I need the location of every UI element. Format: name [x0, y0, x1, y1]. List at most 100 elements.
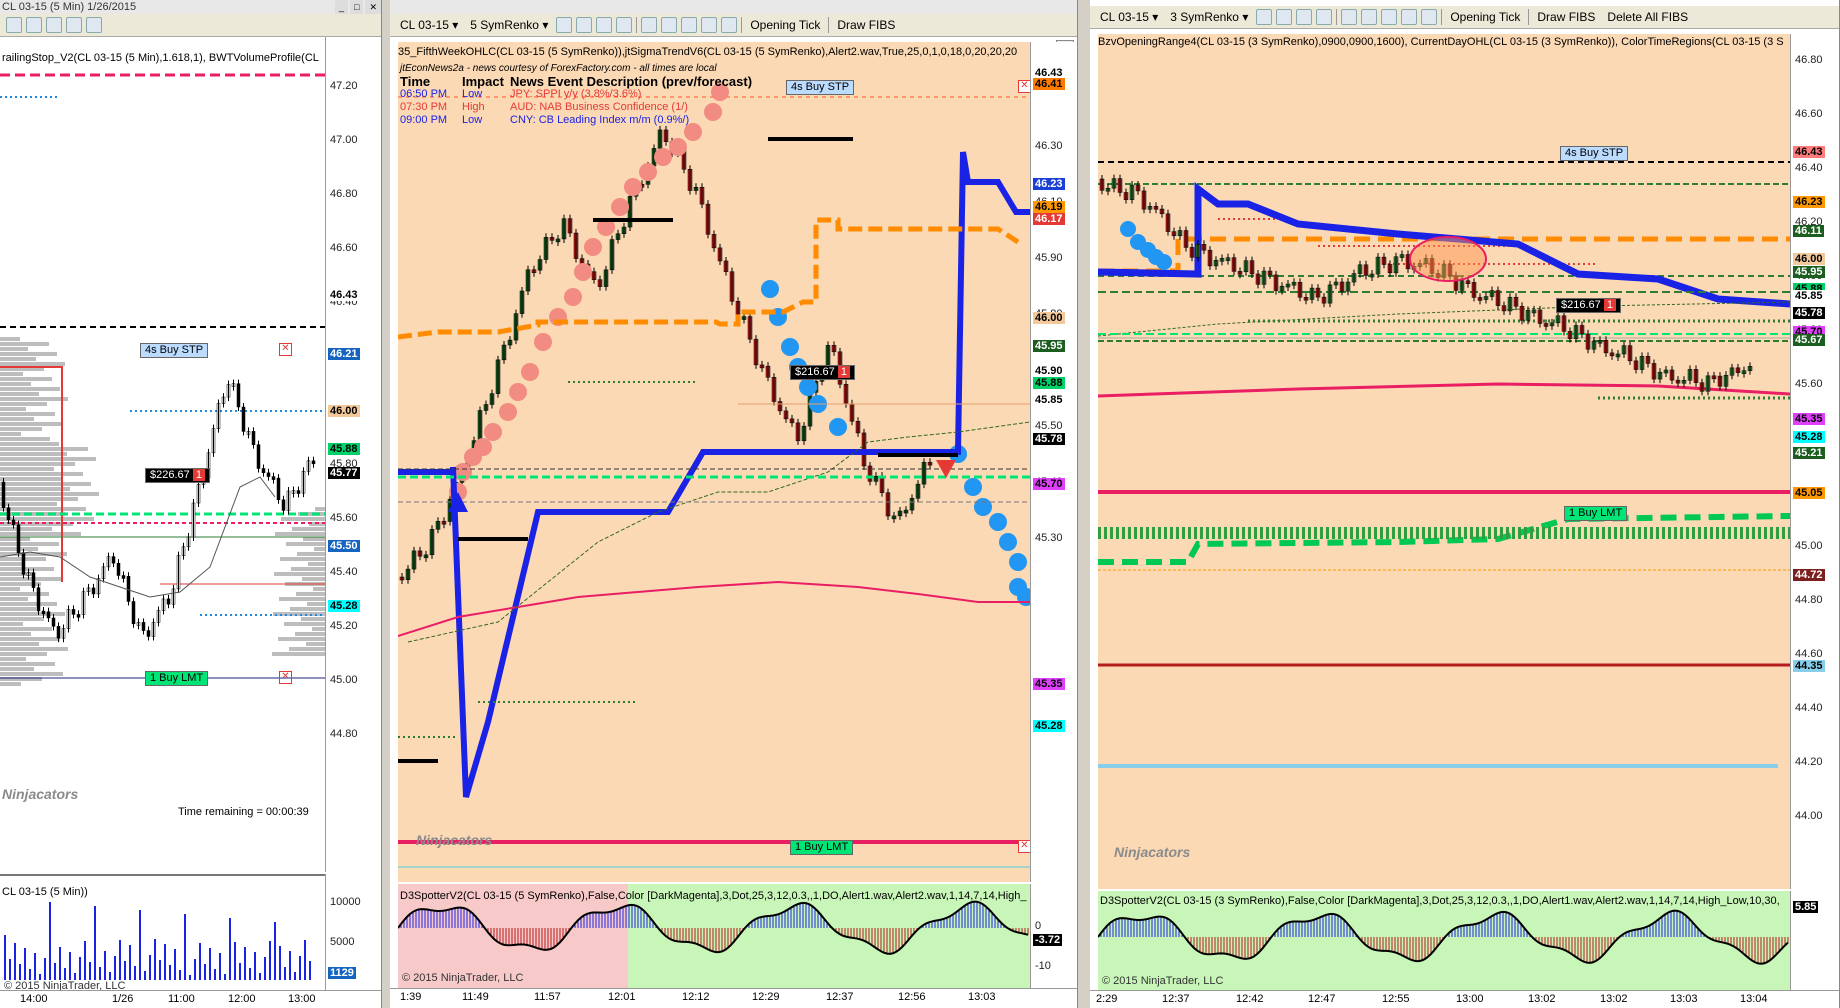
pnl-qty: 1 [1603, 299, 1616, 311]
properties-icon[interactable] [86, 17, 102, 33]
draw-fibs-button[interactable]: Draw FIBS [1533, 8, 1599, 26]
blue-dot [1156, 254, 1172, 270]
red-dot [521, 363, 539, 381]
profile-bar [0, 592, 49, 596]
price-tick: 47.00 [330, 134, 358, 146]
close-button[interactable]: ✕ [365, 0, 381, 14]
buy-lmt-label[interactable]: 1 Buy LMT [1564, 506, 1628, 521]
time-label: 11:49 [462, 991, 489, 1003]
grid-icon[interactable] [1361, 9, 1378, 25]
opening-tick-button[interactable]: Opening Tick [746, 16, 824, 34]
pnl-label: $216.67 1 [790, 365, 855, 380]
period-label: 5 SymRenko [470, 18, 539, 32]
pencil-icon[interactable] [576, 17, 593, 33]
pointer-icon[interactable] [6, 17, 22, 33]
close-order-icon-2[interactable]: ✕ [279, 671, 292, 684]
buy-stp-label[interactable]: 4s Buy STP [140, 343, 209, 358]
bar-type-icon[interactable] [1256, 9, 1273, 25]
profile-bar [0, 467, 54, 471]
layout-icon[interactable] [641, 17, 658, 33]
pencil-icon[interactable] [1276, 9, 1293, 25]
volume-bar [209, 948, 211, 980]
close-order-icon[interactable]: ✕ [279, 343, 292, 356]
volume-bar [304, 940, 306, 980]
price-tag: 46.00 [1793, 253, 1825, 265]
draw-fibs-button[interactable]: Draw FIBS [833, 16, 899, 34]
volume-bar [169, 965, 171, 980]
properties-icon[interactable] [721, 17, 738, 33]
minimize-button[interactable]: _ [335, 0, 349, 14]
profile-bar [0, 382, 31, 386]
pointer-icon[interactable] [596, 17, 613, 33]
mid-osc-axis: 0 -3.72 -10 [1030, 884, 1077, 988]
buy-stp-label[interactable]: 4s Buy STP [1560, 146, 1629, 161]
profile-bar [0, 497, 78, 501]
volume-bar [34, 953, 36, 980]
time-label: 12:47 [1308, 993, 1336, 1005]
chart-icon[interactable] [1381, 9, 1398, 25]
volume-bar [199, 943, 201, 980]
period-select[interactable]: 3 SymRenko ▾ [1166, 8, 1252, 26]
layout-icon[interactable] [1341, 9, 1358, 25]
scroll-icon[interactable] [1401, 9, 1418, 25]
price-tick: 46.30 [1035, 140, 1063, 152]
window-title [390, 0, 1077, 14]
buy-lmt-label[interactable]: 1 Buy LMT [145, 671, 209, 686]
instrument-select[interactable]: CL 03-15 ▾ [1096, 8, 1162, 26]
price-tick: 46.80 [1795, 54, 1823, 66]
red-dot [534, 333, 552, 351]
buy-stp-label[interactable]: 4s Buy STP [786, 80, 855, 95]
scroll-icon[interactable] [701, 17, 718, 33]
profile-bar [0, 647, 68, 651]
grid-icon[interactable] [661, 17, 678, 33]
close-order-icon-2[interactable]: ✕ [1018, 840, 1030, 853]
profile-bar [0, 372, 23, 376]
draw-icon[interactable] [26, 17, 42, 33]
maximize-button[interactable]: □ [350, 0, 364, 14]
chart-icon[interactable] [681, 17, 698, 33]
opening-tick-button[interactable]: Opening Tick [1446, 8, 1524, 26]
red-dot [611, 198, 629, 216]
price-tick: 46.40 [1795, 162, 1823, 174]
volume-bar [174, 949, 176, 980]
price-tag: 46.00 [1033, 312, 1065, 324]
volume-bar [84, 941, 86, 980]
profile-bar [0, 452, 67, 456]
profile-bar [0, 577, 62, 581]
blue-dot [799, 378, 817, 396]
profile-bar [0, 407, 26, 411]
profile-bar [0, 362, 65, 366]
profile-bar [0, 427, 42, 431]
red-dot [564, 288, 582, 306]
blue-dot [999, 533, 1017, 551]
volume-bar [204, 964, 206, 980]
zoom-icon[interactable] [1316, 9, 1333, 25]
profile-bar [0, 682, 21, 686]
news-impact: Low [462, 114, 483, 126]
buy-lmt-label[interactable]: 1 Buy LMT [790, 840, 854, 855]
instrument-select[interactable]: CL 03-15 ▾ [396, 16, 462, 34]
price-tick: 44.60 [1795, 648, 1823, 660]
price-tag: 45.70 [1033, 478, 1065, 490]
bar-type-icon[interactable] [556, 17, 573, 33]
period-select[interactable]: 5 SymRenko ▾ [466, 16, 552, 34]
news-desc: CNY: CB Leading Index m/m (0.9%/) [510, 114, 690, 126]
profile-bar [272, 652, 325, 656]
zoom-icon[interactable] [66, 17, 82, 33]
volume-bar [74, 973, 76, 980]
profile-bar [0, 352, 57, 356]
properties-icon[interactable] [1421, 9, 1438, 25]
close-order-icon[interactable]: ✕ [1018, 80, 1030, 93]
delete-all-fibs-button[interactable]: Delete All FIBS [1603, 8, 1692, 26]
crosshair-icon[interactable] [46, 17, 62, 33]
price-tag: 46.41 [1033, 78, 1065, 90]
time-label: 12:55 [1382, 993, 1410, 1005]
instrument-label: CL 03-15 [400, 18, 449, 32]
red-dot [584, 238, 602, 256]
profile-bar [290, 607, 325, 611]
zoom-icon[interactable] [616, 17, 633, 33]
left-time-axis: 14:00 1/26 11:00 12:00 13:00 [0, 990, 381, 1008]
price-tick: 45.40 [330, 566, 358, 578]
pointer-icon[interactable] [1296, 9, 1313, 25]
blue-dot [1120, 221, 1136, 237]
